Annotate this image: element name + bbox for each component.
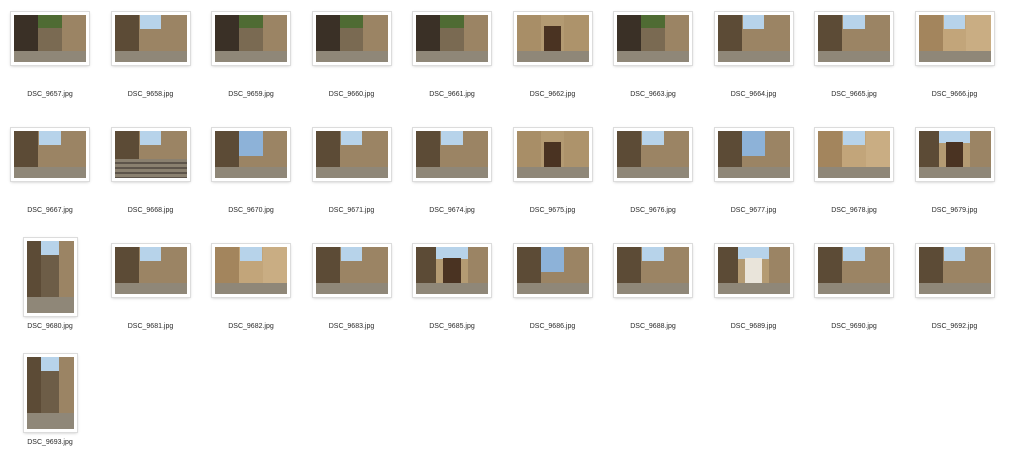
file-thumbnail[interactable]: [212, 243, 290, 297]
file-thumbnail[interactable]: [915, 127, 994, 181]
file-name-label[interactable]: DSC_9679.jpg: [895, 206, 1015, 215]
file-item[interactable]: DSC_9658.jpg: [101, 3, 201, 117]
thumbnail-image: [416, 130, 488, 178]
file-thumbnail[interactable]: [111, 11, 190, 65]
thumbnail-image: [918, 130, 991, 178]
file-item[interactable]: DSC_9661.jpg: [402, 3, 502, 117]
thumbnail-image: [215, 246, 287, 294]
thumbnail-image: [26, 357, 74, 429]
file-thumbnail[interactable]: [815, 11, 893, 65]
file-thumbnail[interactable]: [312, 11, 391, 65]
file-thumbnail[interactable]: [815, 127, 893, 181]
file-item[interactable]: DSC_9664.jpg: [704, 3, 804, 117]
file-thumbnail[interactable]: [11, 127, 89, 181]
file-thumbnail[interactable]: [915, 243, 994, 297]
file-thumbnail[interactable]: [111, 243, 190, 297]
file-item[interactable]: DSC_9683.jpg: [302, 235, 402, 349]
file-item[interactable]: DSC_9657.jpg: [0, 3, 100, 117]
file-item[interactable]: DSC_9689.jpg: [704, 235, 804, 349]
file-item[interactable]: DSC_9676.jpg: [603, 119, 703, 233]
file-thumbnail[interactable]: [815, 243, 893, 297]
thumbnail-image: [416, 14, 488, 62]
file-item[interactable]: DSC_9679.jpg: [905, 119, 1005, 233]
file-name-label[interactable]: DSC_9692.jpg: [895, 322, 1015, 331]
file-thumbnail[interactable]: [614, 243, 692, 297]
file-item[interactable]: DSC_9675.jpg: [503, 119, 603, 233]
thumbnail-image: [315, 246, 388, 294]
thumbnail-image: [215, 14, 287, 62]
file-name-label[interactable]: DSC_9666.jpg: [895, 90, 1015, 99]
file-thumbnail[interactable]: [714, 11, 793, 65]
file-item[interactable]: DSC_9663.jpg: [603, 3, 703, 117]
file-thumbnail[interactable]: [614, 11, 692, 65]
thumbnail-image: [818, 130, 890, 178]
file-thumbnail[interactable]: [413, 127, 491, 181]
file-thumbnail[interactable]: [714, 243, 793, 297]
thumbnail-image: [818, 14, 890, 62]
file-thumbnail[interactable]: [513, 243, 592, 297]
file-thumbnail[interactable]: [111, 127, 190, 181]
file-item[interactable]: DSC_9692.jpg: [905, 235, 1005, 349]
file-item[interactable]: DSC_9671.jpg: [302, 119, 402, 233]
thumbnail-image: [918, 246, 991, 294]
thumbnail-image: [114, 14, 187, 62]
thumbnail-image: [315, 14, 388, 62]
thumbnail-image: [26, 241, 74, 313]
file-thumbnail[interactable]: [11, 11, 89, 65]
file-item[interactable]: DSC_9659.jpg: [201, 3, 301, 117]
file-thumbnail[interactable]: [23, 354, 77, 432]
thumbnail-image: [516, 130, 589, 178]
file-item[interactable]: DSC_9674.jpg: [402, 119, 502, 233]
thumbnail-image: [114, 246, 187, 294]
file-item[interactable]: DSC_9690.jpg: [804, 235, 904, 349]
file-item[interactable]: DSC_9693.jpg: [0, 351, 100, 465]
file-thumbnail[interactable]: [312, 127, 391, 181]
file-thumbnail[interactable]: [513, 127, 592, 181]
file-item[interactable]: DSC_9678.jpg: [804, 119, 904, 233]
file-item[interactable]: DSC_9680.jpg: [0, 235, 100, 349]
file-item[interactable]: DSC_9660.jpg: [302, 3, 402, 117]
file-thumbnail[interactable]: [23, 238, 77, 316]
file-item[interactable]: DSC_9688.jpg: [603, 235, 703, 349]
file-item[interactable]: DSC_9668.jpg: [101, 119, 201, 233]
file-item[interactable]: DSC_9682.jpg: [201, 235, 301, 349]
file-item[interactable]: DSC_9666.jpg: [905, 3, 1005, 117]
file-item[interactable]: DSC_9686.jpg: [503, 235, 603, 349]
file-thumbnail[interactable]: [915, 11, 994, 65]
file-item[interactable]: DSC_9670.jpg: [201, 119, 301, 233]
thumbnail-image: [114, 130, 187, 178]
file-thumbnail[interactable]: [513, 11, 592, 65]
file-item[interactable]: DSC_9681.jpg: [101, 235, 201, 349]
thumbnail-image: [717, 246, 790, 294]
file-thumbnail[interactable]: [212, 127, 290, 181]
thumbnail-image: [617, 246, 689, 294]
file-icon-grid: DSC_9657.jpg DSC_9658.jpg DSC_9659.jpg DSC_…: [0, 0, 1024, 451]
thumbnail-image: [516, 14, 589, 62]
thumbnail-image: [215, 130, 287, 178]
file-thumbnail[interactable]: [714, 127, 793, 181]
thumbnail-image: [717, 14, 790, 62]
thumbnail-image: [14, 130, 86, 178]
thumbnail-image: [617, 130, 689, 178]
thumbnail-image: [516, 246, 589, 294]
file-thumbnail[interactable]: [312, 243, 391, 297]
file-item[interactable]: DSC_9667.jpg: [0, 119, 100, 233]
file-name-label[interactable]: DSC_9693.jpg: [0, 438, 110, 447]
thumbnail-image: [315, 130, 388, 178]
thumbnail-image: [14, 14, 86, 62]
file-thumbnail[interactable]: [212, 11, 290, 65]
thumbnail-image: [818, 246, 890, 294]
thumbnail-image: [617, 14, 689, 62]
thumbnail-image: [918, 14, 991, 62]
file-item[interactable]: DSC_9685.jpg: [402, 235, 502, 349]
thumbnail-image: [717, 130, 790, 178]
file-item[interactable]: DSC_9662.jpg: [503, 3, 603, 117]
file-item[interactable]: DSC_9665.jpg: [804, 3, 904, 117]
file-thumbnail[interactable]: [413, 243, 491, 297]
file-item[interactable]: DSC_9677.jpg: [704, 119, 804, 233]
file-thumbnail[interactable]: [614, 127, 692, 181]
file-thumbnail[interactable]: [413, 11, 491, 65]
thumbnail-image: [416, 246, 488, 294]
